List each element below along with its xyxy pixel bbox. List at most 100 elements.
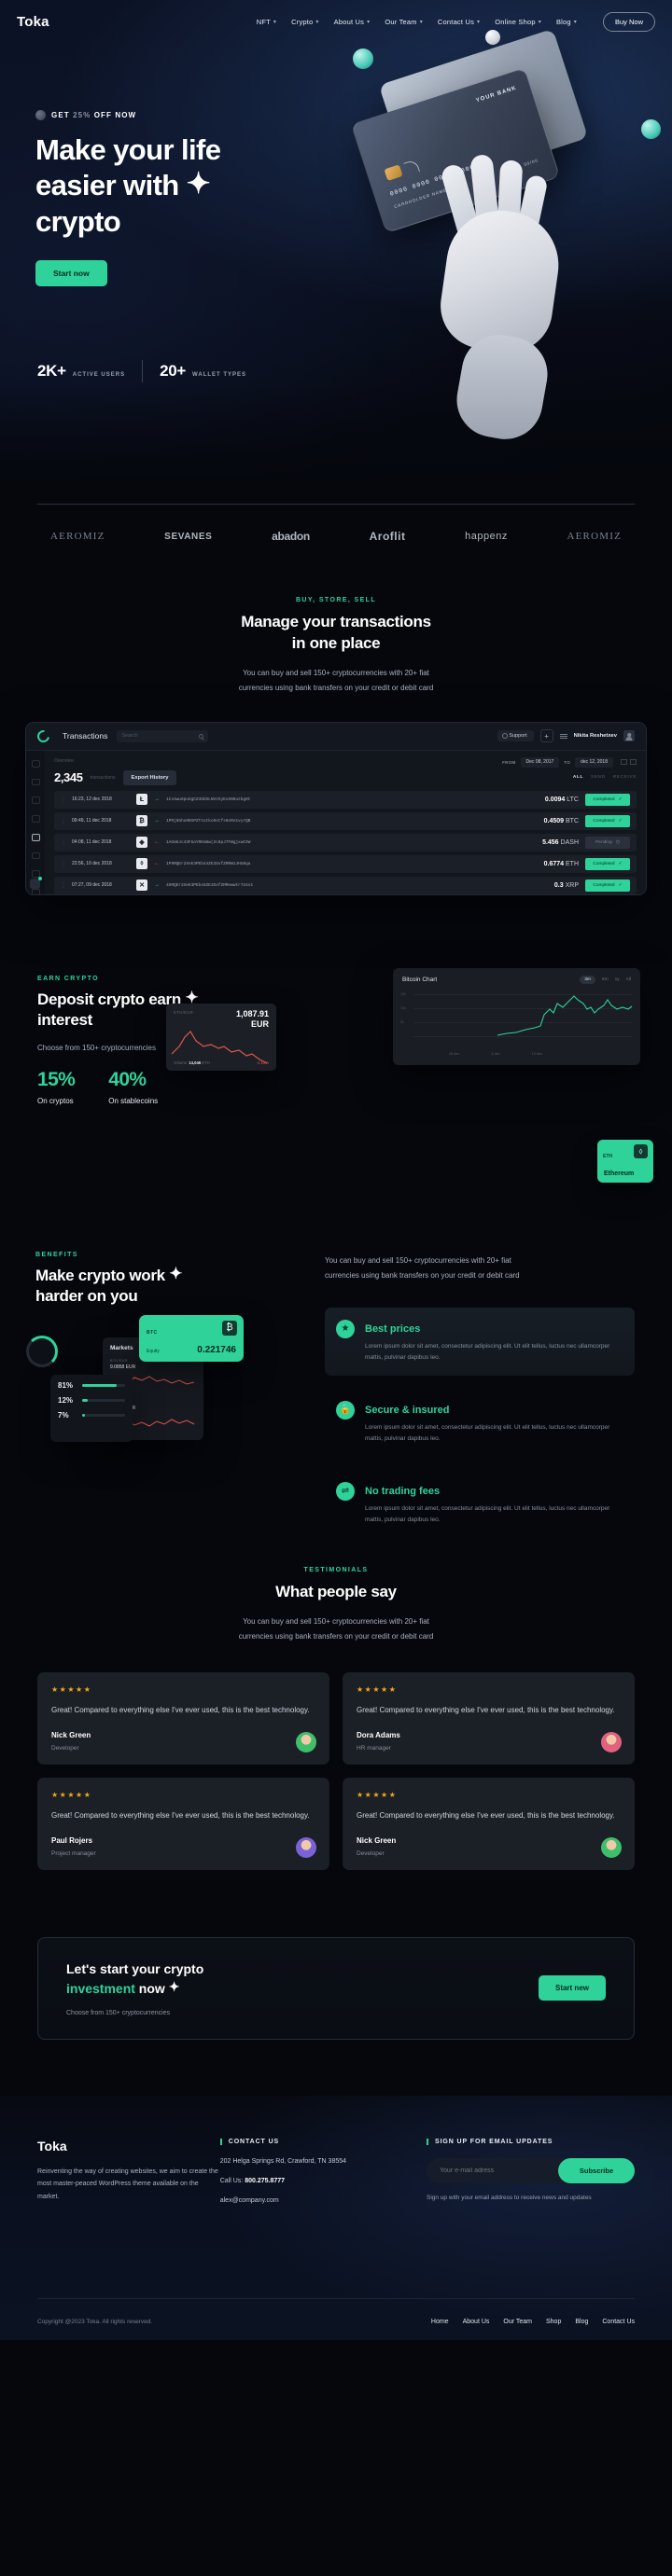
benefit-title: Secure & insured xyxy=(365,1404,450,1416)
start-new-button[interactable]: Start new xyxy=(538,1975,606,2001)
filter-all[interactable]: ALL xyxy=(573,775,583,780)
nav-item-online-shop[interactable]: Online Shop ▾ xyxy=(495,18,541,26)
status-badge: Completed ✓ xyxy=(585,879,630,892)
table-row[interactable]: ⋮ 09:49, 11 dec 2018 ₿ → 1PRj85hu9RXPZTz… xyxy=(54,811,637,830)
sidebar-item-reports[interactable] xyxy=(31,852,40,860)
avatar xyxy=(601,1836,622,1858)
dashboard-search-input[interactable]: Search xyxy=(117,729,209,742)
rate-label: On stablecoins xyxy=(108,1097,159,1106)
support-button[interactable]: Support xyxy=(497,730,534,742)
sidebar-item-dashboard[interactable] xyxy=(31,759,40,768)
drag-handle[interactable]: ⋮ xyxy=(61,861,66,867)
filter-send[interactable]: SEND xyxy=(591,775,606,780)
nav-item-contact-us[interactable]: Contact Us ▾ xyxy=(438,18,480,26)
sidebar-item-wallet[interactable] xyxy=(31,778,40,786)
table-row[interactable]: ⋮ 04:08, 11 dec 2018 ◈ ← 1AGm6Jc43FUaYRK… xyxy=(54,833,637,852)
brand-logo[interactable]: Toka xyxy=(17,14,49,30)
sidebar-item-transactions[interactable] xyxy=(31,833,40,841)
nav-item-about-us[interactable]: About Us ▾ xyxy=(334,18,371,26)
to-date-input[interactable]: dec 12, 2018 xyxy=(575,756,613,768)
drag-handle[interactable]: ⋮ xyxy=(61,882,66,889)
nav-item-crypto[interactable]: Crypto ▾ xyxy=(291,18,319,26)
cta-accent-word: investment xyxy=(66,1981,135,1997)
rate-value: 15% xyxy=(37,1069,76,1091)
subtitle-line-2: currencies using bank transfers on your … xyxy=(238,1631,434,1641)
chart-x-axis: 28 dec 4 dec 10 dec xyxy=(449,1052,542,1056)
drag-handle[interactable]: ⋮ xyxy=(61,818,66,824)
footer-link-our-team[interactable]: Our Team xyxy=(503,2319,532,2325)
copyright-text: Copyright @2023 Toka. All rights reserve… xyxy=(37,2318,153,2325)
coin-icon: ₿ xyxy=(136,815,147,827)
sidebar-item-exchange[interactable] xyxy=(31,815,40,823)
menu-icon[interactable] xyxy=(559,733,567,740)
x-tick: 10 dec xyxy=(531,1051,543,1056)
sidebar-item-settings[interactable] xyxy=(31,889,40,894)
user-name: Nikita Reshetxev xyxy=(573,733,617,740)
footer-bottom-bar: Copyright @2023 Toka. All rights reserve… xyxy=(37,2319,635,2325)
benefit-text: Secure & insured Lorem ipsum dolor sit a… xyxy=(365,1401,623,1445)
footer-link-shop[interactable]: Shop xyxy=(546,2319,561,2325)
drag-handle[interactable]: ⋮ xyxy=(61,796,66,803)
drag-handle[interactable]: ⋮ xyxy=(61,839,66,846)
clock-icon: ◷ xyxy=(615,839,620,845)
chevron-down-icon: ▾ xyxy=(419,19,423,25)
page-footer: Toka Reinventing the way of creating web… xyxy=(0,2096,672,2340)
footer-logo[interactable]: Toka xyxy=(37,2139,220,2154)
amount-value: 0.4509 xyxy=(543,817,565,824)
equity-label: Equity xyxy=(147,1348,160,1354)
subscribe-button[interactable]: Subscribe xyxy=(558,2157,635,2183)
email-field[interactable] xyxy=(427,2157,571,2183)
table-row[interactable]: ⋮ 22:56, 10 dec 2018 ⬨ ← 1P9RQEr2XeE3PEb… xyxy=(54,854,637,873)
messages-icon[interactable] xyxy=(30,876,42,889)
nav-item-nft[interactable]: NFT ▾ xyxy=(257,18,276,26)
footer-link-contact-us[interactable]: Contact Us xyxy=(602,2319,635,2325)
add-button[interactable]: + xyxy=(539,729,553,743)
ethereum-icon: ⬨ xyxy=(634,1143,648,1158)
check-icon: ✓ xyxy=(618,882,623,888)
testimonial-role: Project manager xyxy=(51,1849,96,1857)
nav-item-blog[interactable]: Blog ▾ xyxy=(556,18,577,26)
nav-item-our-team[interactable]: Our Team ▾ xyxy=(385,18,423,26)
partner-logo: happenz xyxy=(465,531,508,542)
rate-value: 40% xyxy=(108,1069,147,1091)
testimonial-role: HR manager xyxy=(357,1744,391,1752)
avatar xyxy=(296,1731,316,1752)
change-percent: -1.14% xyxy=(256,1059,269,1065)
subtitle-line-1: You can buy and sell 150+ cryptocurrenci… xyxy=(243,1616,429,1626)
transaction-amount: 0.6774 ETH xyxy=(544,861,579,867)
list-view-icon[interactable] xyxy=(621,759,627,766)
start-now-button[interactable]: Start now xyxy=(35,260,107,287)
subtitle-line-2: currencies using bank transfers on your … xyxy=(238,683,434,692)
rating-stars: ★★★★★ xyxy=(51,1684,92,1694)
price-number: 1,087.91 xyxy=(235,1008,269,1018)
footer-email[interactable]: alex@company.com xyxy=(220,2197,427,2204)
transactions-summary: 2,345 transactions Export History ALL SE… xyxy=(54,769,637,785)
view-toggle[interactable] xyxy=(621,759,637,766)
benefit-item-best-prices[interactable]: ★ Best prices Lorem ipsum dolor sit amet… xyxy=(325,1307,635,1376)
section-subtitle: You can buy and sell 150+ cryptocurrenci… xyxy=(0,1614,672,1644)
table-row[interactable]: ⋮ 16:23, 12 dec 2018 Ł → 1Cs4wu6pu5gCZ35… xyxy=(54,790,637,809)
status-label: Completed xyxy=(593,882,615,888)
phone-number[interactable]: 800.275.8777 xyxy=(245,2178,285,2184)
nav-label: Blog xyxy=(555,17,571,26)
benefit-item-secure-insured[interactable]: 🔒 Secure & insured Lorem ipsum dolor sit… xyxy=(325,1389,635,1457)
footer-link-about-us[interactable]: About Us xyxy=(463,2319,490,2325)
coin-icon: Ł xyxy=(136,794,147,806)
nav-label: NFT xyxy=(256,17,271,26)
sidebar-item-cards[interactable] xyxy=(31,796,40,805)
export-history-button[interactable]: Export History xyxy=(122,769,177,785)
transaction-address: 45RQEr2XeE3PEb44ZE3SsfZRRewwtr724s1 xyxy=(166,882,253,888)
equity-row: Equity 0.221746 xyxy=(147,1345,236,1355)
table-row[interactable]: ⋮ 07:27, 09 dec 2018 ✕ → 45RQEr2XeE3PEb4… xyxy=(54,876,637,894)
cta-banner: Let's start your crypto investment now ✦… xyxy=(37,1936,635,2040)
grid-view-icon[interactable] xyxy=(630,759,637,766)
discount-badge-text: GET 25% OFF NOW xyxy=(51,111,136,119)
buy-now-button[interactable]: Buy Now xyxy=(602,11,655,32)
avatar[interactable] xyxy=(623,730,635,742)
filter-receive[interactable]: RECEIVE xyxy=(613,775,637,780)
partner-logo: SEVANES xyxy=(164,531,213,542)
from-date-input[interactable]: Dec 08, 2017 xyxy=(520,756,560,768)
footer-link-blog[interactable]: Blog xyxy=(575,2319,588,2325)
benefit-item-no-trading-fees[interactable]: ⇌ No trading fees Lorem ipsum dolor sit … xyxy=(325,1470,635,1538)
footer-link-home[interactable]: Home xyxy=(431,2319,449,2325)
